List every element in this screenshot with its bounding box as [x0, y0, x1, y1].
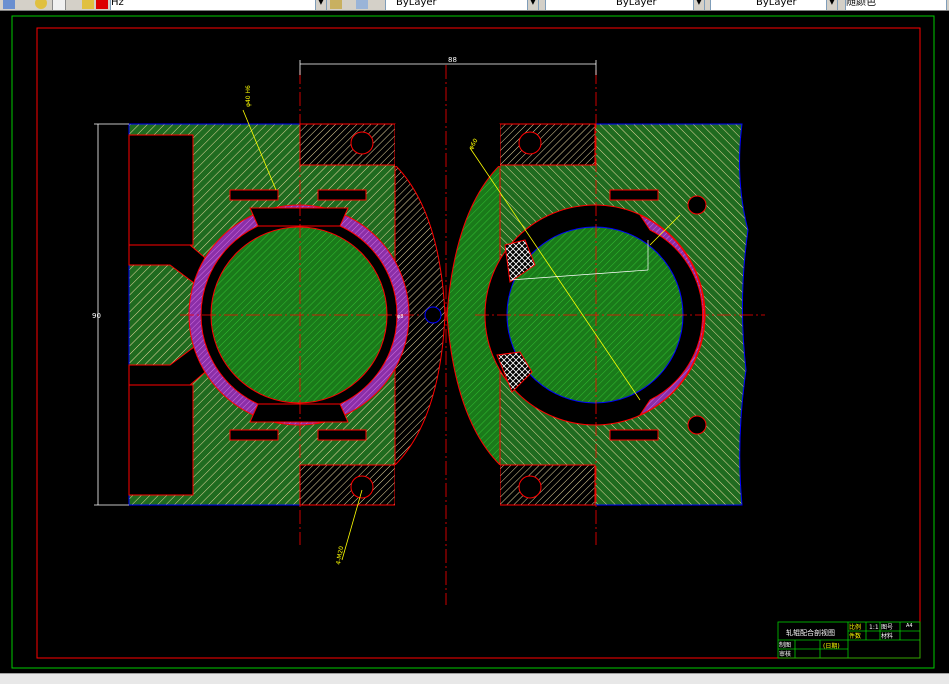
hole-label: 4-M20	[335, 545, 345, 565]
bulb-icon[interactable]	[35, 0, 47, 9]
drawing-canvas[interactable]: 88 90 φ40 H6 φ60 4-M20 φ8 轧辊配合剖视图 比例 1:1…	[0, 10, 949, 673]
chevron-down-icon: ▼	[527, 0, 538, 10]
status-bar	[0, 673, 949, 684]
ratio-label: 比例	[849, 623, 861, 631]
quantity-label: 件数	[849, 632, 861, 640]
dim-top-label: 88	[448, 56, 457, 64]
match-layer-icon[interactable]	[330, 0, 342, 9]
chevron-down-icon: ▼	[315, 0, 326, 10]
text-style-value: Hz	[111, 0, 124, 8]
checked-label: 审核	[779, 650, 791, 658]
layer-previous-icon[interactable]	[356, 0, 368, 9]
drawing-title: 轧辊配合剖视图	[786, 628, 835, 637]
lineweight-value: ByLayer	[756, 0, 797, 8]
plotstyle-value: 随颜色	[846, 0, 876, 8]
fit-label: φ40 H6	[245, 85, 252, 107]
drawn-label: 制图	[779, 641, 791, 649]
linetype-value: ByLayer	[616, 0, 657, 8]
color-swatch-icon	[96, 0, 108, 9]
layer-manager-icon[interactable]	[3, 0, 15, 9]
chevron-down-icon: ▼	[693, 0, 704, 10]
date-label: (日期)	[823, 642, 840, 650]
freeze-icon[interactable]	[82, 0, 94, 9]
center-gap	[395, 124, 500, 166]
chevron-down-icon: ▼	[826, 0, 837, 10]
ratio-value: 1:1	[869, 624, 879, 631]
pin-label: φ8	[397, 314, 403, 320]
color-value: ByLayer	[396, 0, 437, 8]
material-label: 材料	[881, 632, 893, 640]
dim-left-label: 90	[92, 312, 101, 320]
drawing-no-label: 图号	[881, 624, 893, 631]
sheet-value: A4	[906, 623, 913, 629]
center-gap-bottom	[395, 465, 500, 507]
